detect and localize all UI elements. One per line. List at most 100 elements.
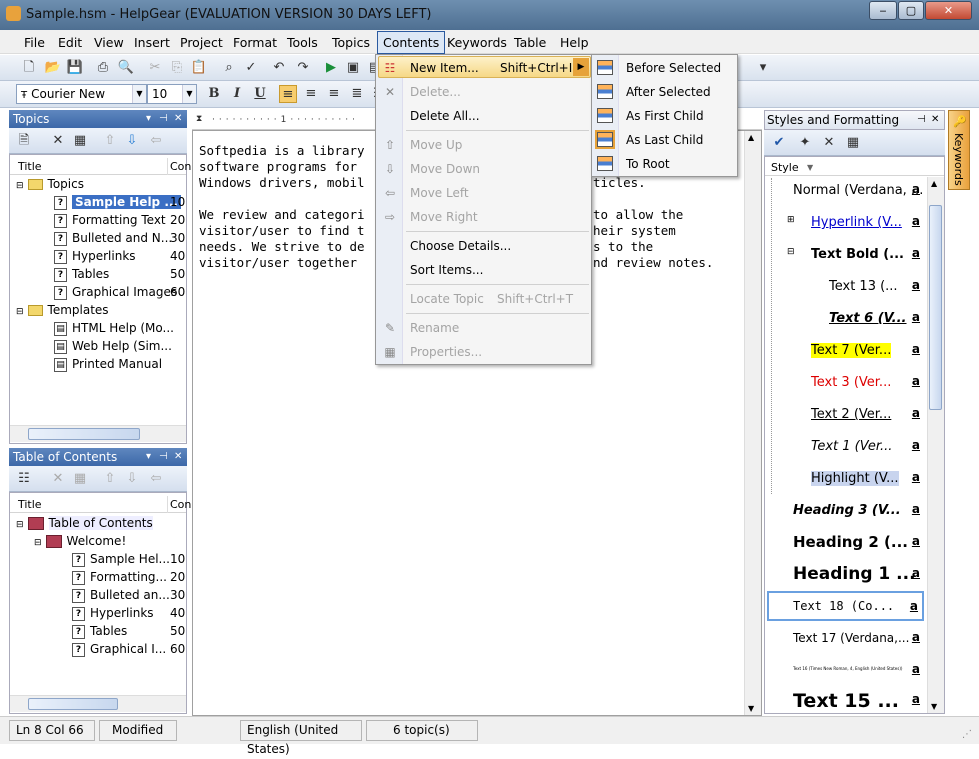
expand-icon[interactable]: ⊞ [787,215,795,225]
topics-horizontal-scrollbar[interactable] [10,425,186,442]
view-icon[interactable]: ▣ [344,59,362,77]
style-row[interactable]: Highlight (V... a [771,464,924,494]
open-folder-icon[interactable]: 📂 [44,59,62,77]
menu-item-move-left[interactable]: Move Left [410,186,469,200]
menu-file[interactable]: File [24,35,45,50]
menu-topics[interactable]: Topics [332,35,370,50]
save-icon[interactable]: 💾 [66,59,84,77]
style-row[interactable]: Text 2 (Ver... a [771,400,924,430]
new-item-icon[interactable]: ☷ [15,470,33,488]
tree-node-templates[interactable]: ⊟ Templates [16,301,109,319]
toc-node-root[interactable]: ⊟ Table of Contents [16,514,153,532]
tree-node-topic[interactable]: ? Bulleted and N... [54,229,172,247]
dropdown-icon[interactable]: ▾ [146,448,151,466]
pin-icon[interactable]: ⊣ [159,448,168,466]
paste-icon[interactable]: 📋 [190,59,208,77]
style-row[interactable]: Text 15 ... a [771,686,924,716]
menu-item-locate-topic[interactable]: Locate Topic [410,292,484,306]
scroll-up-icon[interactable]: ▲ [931,179,937,188]
scroll-thumb[interactable] [28,428,140,440]
style-row[interactable]: Heading 2 (... a [771,528,924,558]
tree-node-topic[interactable]: ? Formatting Text [54,211,166,229]
close-icon[interactable]: ✕ [174,110,182,128]
menu-item-move-right[interactable]: Move Right [410,210,478,224]
tree-node-template[interactable]: ▤ Web Help (Sim... [54,337,172,355]
bold-button[interactable]: B [205,85,223,103]
menu-item-delete[interactable]: Delete... [410,85,461,99]
submenu-as-last-child[interactable]: As Last Child [626,133,703,147]
menu-format[interactable]: Format [233,35,277,50]
properties-icon[interactable]: ▦ [71,470,89,488]
tree-node-topic[interactable]: ? Graphical Images [54,283,177,301]
properties-icon[interactable]: ▦ [71,132,89,150]
chevron-down-icon[interactable]: ▼ [182,85,196,103]
style-row[interactable]: ⊞ Hyperlink (V... a [771,208,924,238]
style-row[interactable]: Text 7 (Ver... a [771,336,924,366]
tree-node-topics[interactable]: ⊟ Topics [16,175,84,193]
cut-icon[interactable]: ✂ [146,59,164,77]
collapse-icon[interactable]: ⊟ [787,247,795,257]
column-style[interactable]: Style [771,159,799,176]
column-title[interactable]: Title [18,496,42,513]
submenu-before-selected[interactable]: Before Selected [626,61,721,75]
tree-node-topic[interactable]: ? Tables [54,265,109,283]
italic-button[interactable]: I [228,85,246,103]
menu-item-choose-details[interactable]: Choose Details... [410,239,511,253]
style-row[interactable]: Text 3 (Ver... a [771,368,924,398]
delete-icon[interactable]: ✕ [49,132,67,150]
align-right-icon[interactable]: ≡ [325,85,343,103]
style-row[interactable]: Heading 3 (V... a [771,496,924,526]
toc-horizontal-scrollbar[interactable] [10,695,186,712]
keywords-side-tab[interactable]: 🔑 Keywords [948,110,970,190]
menu-item-properties[interactable]: Properties... [410,345,482,359]
align-center-icon[interactable]: ≡ [302,85,320,103]
apply-style-icon[interactable]: ✔ [770,134,788,152]
print-preview-icon[interactable]: 🔍 [117,59,135,77]
pin-icon[interactable]: ⊣ [917,111,926,129]
close-icon[interactable]: ✕ [174,448,182,466]
menu-edit[interactable]: Edit [58,35,82,50]
underline-button[interactable]: U [251,85,269,103]
resize-grip-icon[interactable]: ⋰ [962,729,972,740]
menu-insert[interactable]: Insert [134,35,170,50]
toc-node-welcome[interactable]: ⊟ Welcome! [34,532,126,550]
submenu-to-root[interactable]: To Root [626,157,670,171]
scroll-down-icon[interactable]: ▼ [931,702,937,711]
scroll-thumb[interactable] [28,698,118,710]
submenu-arrow-icon[interactable]: ▶ [573,58,589,76]
scroll-up-icon[interactable]: ▲ [748,133,754,142]
properties-icon[interactable]: ▦ [844,134,862,152]
toolbar-overflow-icon[interactable]: ▾ [754,59,772,77]
undo-icon[interactable]: ↶ [270,59,288,77]
find-icon[interactable]: ⌕ [220,59,238,77]
menu-table[interactable]: Table [514,35,546,50]
move-up-icon[interactable]: ⇧ [101,470,119,488]
toc-node-page[interactable]: ? Formatting... [72,568,167,586]
styles-vertical-scrollbar[interactable]: ▲ ▼ [927,177,944,713]
style-row[interactable]: Text 13 (... a [771,272,924,302]
style-row[interactable]: Heading 1 ... a [771,560,924,590]
scroll-down-icon[interactable]: ▼ [748,704,754,713]
move-left-icon[interactable]: ⇦ [147,470,165,488]
menu-help[interactable]: Help [560,35,589,50]
style-row-selected[interactable]: Text 18 (Co... a [767,591,924,621]
menu-item-delete-all[interactable]: Delete All... [410,109,480,123]
maximize-button[interactable]: ▢ [898,1,924,20]
justify-icon[interactable]: ≣ [348,85,366,103]
menu-item-move-up[interactable]: Move Up [410,138,462,152]
style-row[interactable]: Text 6 (V... a [771,304,924,334]
tree-node-template[interactable]: ▤ HTML Help (Mo... [54,319,174,337]
toc-node-page[interactable]: ? Tables [72,622,127,640]
redo-icon[interactable]: ↷ [294,59,312,77]
toc-node-page[interactable]: ? Hyperlinks [72,604,154,622]
print-icon[interactable]: ⎙ [94,59,112,77]
style-row[interactable]: Text 17 (Verdana,... a [771,624,924,654]
font-size-combo[interactable]: 10 ▼ [147,84,197,104]
style-row[interactable]: ⊟ Text Bold (... a [771,240,924,270]
pin-icon[interactable]: ⊣ [159,110,168,128]
scroll-thumb[interactable] [929,205,942,410]
delete-icon[interactable]: ✕ [49,470,67,488]
menu-item-sort-items[interactable]: Sort Items... [410,263,483,277]
font-name-combo[interactable]: Ŧ Courier New ▼ [16,84,147,104]
submenu-as-first-child[interactable]: As First Child [626,109,704,123]
